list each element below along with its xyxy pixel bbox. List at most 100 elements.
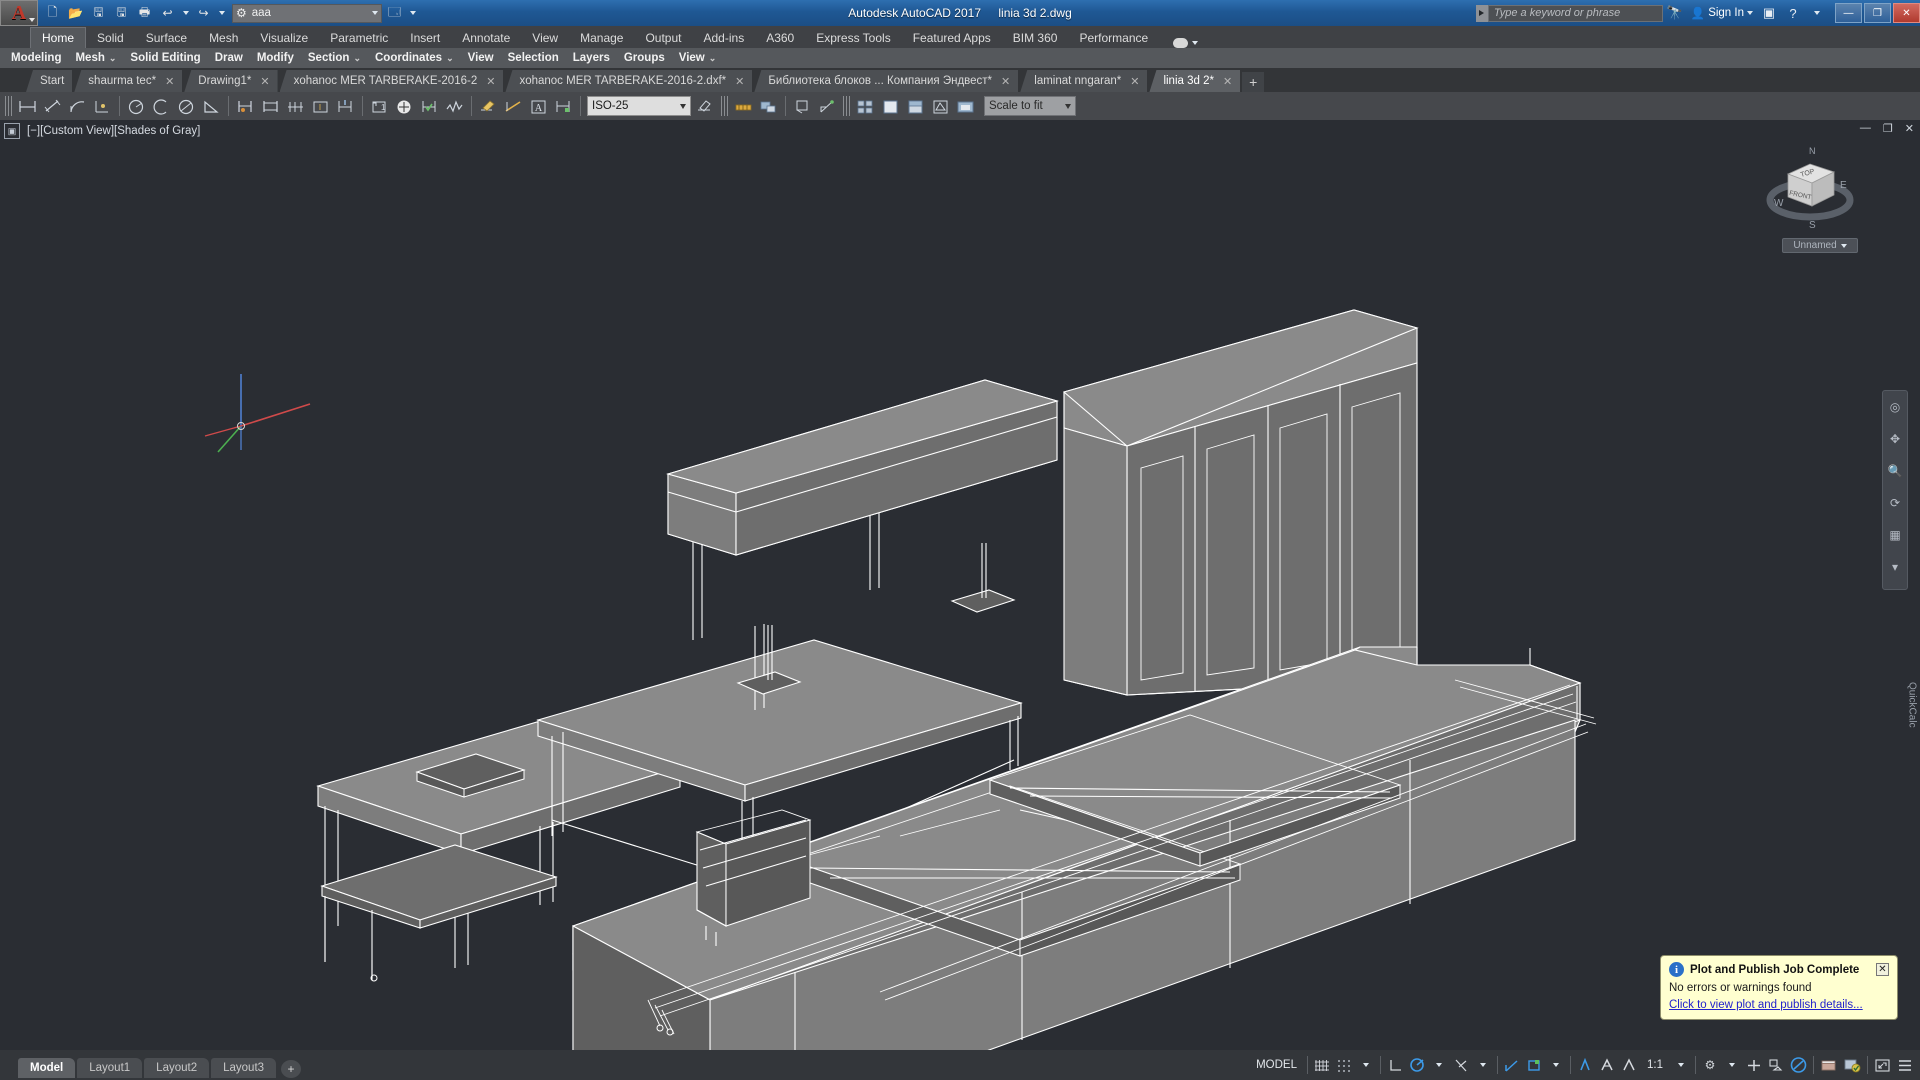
search-box[interactable]: Type a keyword or phrase <box>1475 4 1663 22</box>
ribbon-panel-coordinates[interactable]: Coordinates ⌄ <box>368 52 461 64</box>
angular-dimension-icon[interactable] <box>199 94 224 118</box>
panel-expand-icon[interactable]: ⌄ <box>446 53 454 64</box>
viewport-scale-combo[interactable]: Scale to fit <box>984 96 1076 116</box>
ribbon-tab-mesh[interactable]: Mesh <box>198 27 249 48</box>
file-tab-4[interactable]: xohanoc MER TARBERAKE-2016-2.dxf* ✕ <box>505 70 753 92</box>
ribbon-panel-modify[interactable]: Modify <box>250 52 301 64</box>
layout-tab-layout2[interactable]: Layout2 <box>144 1058 210 1078</box>
object-snap-icon[interactable] <box>1523 1050 1545 1080</box>
redo-icon[interactable]: ↪ <box>193 3 214 24</box>
notification-close-button[interactable]: ✕ <box>1876 963 1889 976</box>
cloud-status-icon[interactable] <box>1173 38 1199 48</box>
hardware-acceleration-icon[interactable] <box>1840 1050 1864 1080</box>
aligned-dimension-icon[interactable] <box>40 94 65 118</box>
new-drawing-tab-button[interactable]: + <box>1242 72 1265 92</box>
ribbon-tab-add-ins[interactable]: Add-ins <box>693 27 756 48</box>
help-icon[interactable]: ? <box>1781 0 1805 26</box>
workspace-switching-icon[interactable] <box>1765 1050 1787 1080</box>
dim-break-icon[interactable] <box>501 94 526 118</box>
pan-icon[interactable]: ✥ <box>1883 423 1907 455</box>
file-tab-6[interactable]: laminat nngaran* ✕ <box>1020 70 1148 92</box>
multileader-align-icon[interactable] <box>815 94 840 118</box>
ribbon-panel-groups[interactable]: Groups <box>617 52 672 64</box>
help-dropdown-icon[interactable] <box>1805 0 1829 26</box>
radius-dimension-icon[interactable] <box>124 94 149 118</box>
layout-tab-layout1[interactable]: Layout1 <box>77 1058 143 1078</box>
osnap-dropdown-icon[interactable] <box>1545 1050 1567 1080</box>
dimension-text-edit-icon[interactable] <box>333 94 358 118</box>
center-mark-icon[interactable] <box>392 94 417 118</box>
ribbon-tab-a360[interactable]: A360 <box>755 27 805 48</box>
layout-tab-layout3[interactable]: Layout3 <box>211 1058 277 1078</box>
leader-icon[interactable] <box>442 94 467 118</box>
ribbon-tab-bim-360[interactable]: BIM 360 <box>1002 27 1069 48</box>
plot-print-icon[interactable]: 🖶 <box>134 3 155 24</box>
file-tab-7[interactable]: linia 3d 2* ✕ <box>1149 70 1241 92</box>
inspect-icon[interactable] <box>731 94 756 118</box>
nav-overflow-icon[interactable]: ▾ <box>1883 551 1907 583</box>
file-tab-2[interactable]: Drawing1* ✕ <box>184 70 278 92</box>
two-viewport-icon[interactable] <box>903 94 928 118</box>
open-folder-icon[interactable]: 📂 <box>65 3 86 24</box>
annotation-scale-button[interactable]: 1:1 <box>1640 1050 1670 1080</box>
workspace-selector[interactable]: ⚙ aaa <box>232 3 382 23</box>
ribbon-tab-featured-apps[interactable]: Featured Apps <box>902 27 1002 48</box>
ribbon-tab-parametric[interactable]: Parametric <box>319 27 399 48</box>
ribbon-panel-modeling[interactable]: Modeling <box>4 52 68 64</box>
close-button[interactable]: ✕ <box>1893 3 1920 23</box>
view-cube[interactable]: TOP FRONT W E S N <box>1762 144 1858 234</box>
file-tab-0[interactable]: Start <box>26 70 73 92</box>
tolerance-icon[interactable] <box>417 94 442 118</box>
ribbon-tab-surface[interactable]: Surface <box>135 27 198 48</box>
named-views-selector[interactable]: Unnamed <box>1782 238 1858 253</box>
dimension-update-icon[interactable]: 1 <box>367 94 392 118</box>
grid-display-icon[interactable] <box>1311 1050 1333 1080</box>
restore-button[interactable]: ❐ <box>1864 3 1891 23</box>
drawing-canvas[interactable]: ▣ [−][Custom View][Shades of Gray] — ❐ ✕… <box>0 120 1920 1050</box>
customization-icon[interactable] <box>1894 1050 1916 1080</box>
ribbon-panel-mesh[interactable]: Mesh ⌄ <box>68 52 123 64</box>
annotation-visibility-icon[interactable]: ⚙ <box>1699 1050 1721 1080</box>
polar-tracking-icon[interactable] <box>1406 1050 1428 1080</box>
dimension-style-control-icon[interactable] <box>693 94 718 118</box>
dim-space-icon[interactable] <box>551 94 576 118</box>
search-expand-icon[interactable] <box>1475 4 1488 22</box>
application-menu-button[interactable]: A <box>0 0 38 26</box>
file-tab-5[interactable]: Библиотека блоков ... Компания Эндвест* ✕ <box>754 70 1019 92</box>
qat-overflow-icon[interactable] <box>407 3 418 24</box>
toolbar-grip[interactable] <box>843 96 850 116</box>
close-icon[interactable]: ✕ <box>486 75 495 88</box>
model-drawing[interactable]: .f { fill:#7d7d7d; stroke:#ffffff; strok… <box>0 120 1920 1050</box>
transparency-icon[interactable] <box>1596 1050 1618 1080</box>
isometric-dropdown-icon[interactable] <box>1472 1050 1494 1080</box>
app-store-icon[interactable]: ▣ <box>1757 0 1781 26</box>
polygonal-viewport-icon[interactable] <box>928 94 953 118</box>
ribbon-tab-solid[interactable]: Solid <box>86 27 135 48</box>
ribbon-tab-annotate[interactable]: Annotate <box>451 27 521 48</box>
toolbar-grip[interactable] <box>5 96 12 116</box>
arc-length-dimension-icon[interactable] <box>65 94 90 118</box>
quickcalc-panel-tab[interactable]: QuickCalc <box>1904 660 1920 750</box>
isometric-drafting-icon[interactable] <box>1450 1050 1472 1080</box>
text-style-icon[interactable]: A <box>526 94 551 118</box>
undo-dropdown-icon[interactable] <box>180 3 191 24</box>
ribbon-tab-manage[interactable]: Manage <box>569 27 634 48</box>
selection-cycling-icon[interactable] <box>1618 1050 1640 1080</box>
sign-in-button[interactable]: 👤 Sign In <box>1687 6 1757 20</box>
ribbon-panel-draw[interactable]: Draw <box>208 52 250 64</box>
snap-dropdown-icon[interactable] <box>1355 1050 1377 1080</box>
clean-screen-icon[interactable] <box>1871 1050 1894 1080</box>
ribbon-panel-selection[interactable]: Selection <box>501 52 566 64</box>
close-icon[interactable]: ✕ <box>1223 75 1232 88</box>
ribbon-panel-view[interactable]: View ⌄ <box>672 52 724 64</box>
new-file-icon[interactable]: 🗋 <box>42 3 63 24</box>
polar-dropdown-icon[interactable] <box>1428 1050 1450 1080</box>
ribbon-panel-layers[interactable]: Layers <box>566 52 617 64</box>
single-viewport-icon[interactable] <box>878 94 903 118</box>
full-navigation-wheel-icon[interactable]: ◎ <box>1883 391 1907 423</box>
redo-dropdown-icon[interactable] <box>216 3 227 24</box>
annovis-dropdown-icon[interactable] <box>1721 1050 1743 1080</box>
dim-jog-line-icon[interactable] <box>756 94 781 118</box>
panel-expand-icon[interactable]: ⌄ <box>109 53 117 64</box>
dimension-style-combo[interactable]: ISO-25 <box>587 96 691 116</box>
